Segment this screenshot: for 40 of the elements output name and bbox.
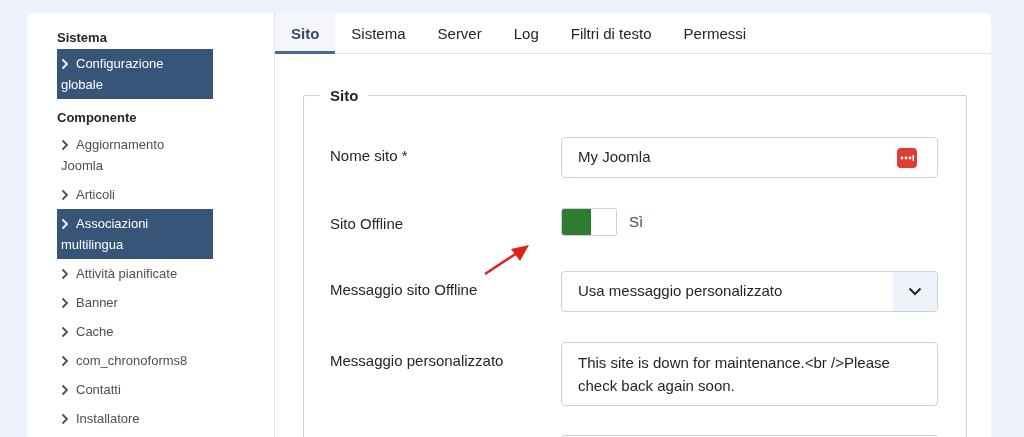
toggle-switch[interactable] (561, 208, 617, 236)
sidebar-heading: Sistema (57, 29, 108, 47)
annotation-arrow (483, 244, 531, 276)
field-label: Messaggio sito Offline (330, 280, 479, 300)
switch-state-label: Sì (629, 211, 644, 232)
sidebar-item[interactable]: Articoli (57, 180, 213, 209)
field-label: Nome sito * (330, 146, 409, 166)
password-manager-icon[interactable] (897, 147, 917, 168)
chevron-right-icon (61, 354, 69, 367)
sidebar-item[interactable]: Banner (57, 288, 213, 317)
tab[interactable]: Permessi (667, 13, 763, 54)
chevron-right-icon (61, 138, 69, 151)
sidebar-item[interactable]: Configurazione globale (57, 49, 213, 99)
sidebar-item[interactable]: Contatti (57, 375, 213, 404)
tab[interactable]: Log (497, 13, 555, 54)
tab[interactable]: Server (421, 13, 498, 54)
chevron-right-icon (61, 412, 69, 425)
tab[interactable]: Sistema (335, 13, 422, 54)
chevron-right-icon (61, 188, 69, 201)
select-field[interactable]: Usa messaggio personalizzato (561, 271, 938, 312)
tab[interactable]: Filtri di testo (554, 13, 668, 54)
sidebar-item[interactable]: Installatore (57, 404, 213, 433)
sidebar-item[interactable]: Aggiornamento Joomla (57, 130, 213, 180)
field-label: Sito Offline (330, 214, 405, 234)
chevron-right-icon (61, 383, 69, 396)
sidebar-heading: Componente (57, 109, 138, 127)
chevron-right-icon (61, 296, 69, 309)
sidebar-item[interactable]: Associazioni multilingua (57, 209, 213, 259)
chevron-down-icon (908, 287, 922, 296)
chevron-right-icon (61, 325, 69, 338)
chevron-right-icon (61, 267, 69, 280)
sidebar-item[interactable]: com_chronoforms8 (57, 346, 213, 375)
tab[interactable]: Sito (275, 13, 336, 54)
sidebar-item[interactable]: Cache (57, 317, 213, 346)
input-field[interactable]: My Joomla (561, 137, 938, 178)
sidebar-item[interactable]: Attività pianificate (57, 259, 213, 288)
textarea-field[interactable]: This site is down for maintenance.<br />Please check back again soon. (561, 342, 938, 406)
chevron-right-icon (61, 57, 69, 70)
chevron-right-icon (61, 217, 69, 230)
field-label: Messaggio personalizzato (330, 351, 505, 371)
